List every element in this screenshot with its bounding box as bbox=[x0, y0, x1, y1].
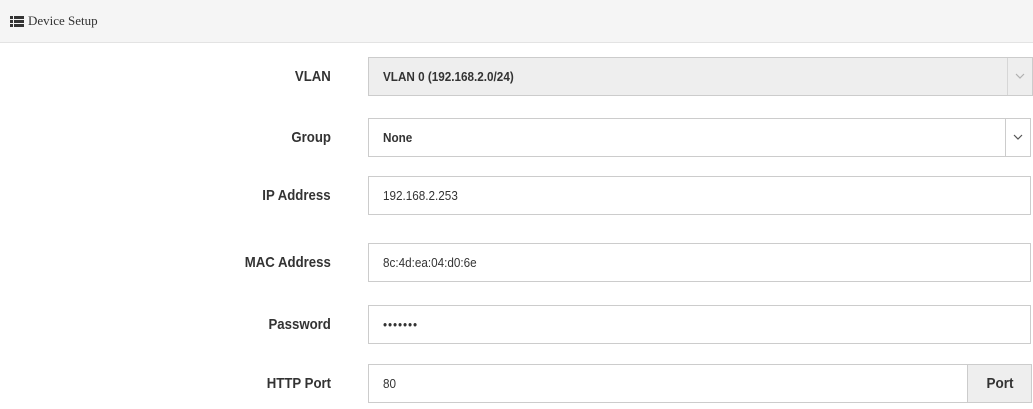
mac-address-value: 8c:4d:ea:04:d0:6e bbox=[383, 255, 477, 270]
password-input[interactable]: ••••••• bbox=[368, 305, 1031, 344]
group-select[interactable]: None bbox=[368, 118, 1031, 157]
vlan-select[interactable]: VLAN 0 (192.168.2.0/24) bbox=[368, 57, 1033, 96]
chevron-down-icon bbox=[1007, 58, 1032, 95]
panel-title: Device Setup bbox=[28, 13, 98, 28]
ip-address-label: IP Address bbox=[262, 187, 331, 204]
ip-address-input[interactable]: 192.168.2.253 bbox=[368, 176, 1031, 215]
group-row: Group None bbox=[0, 118, 1033, 157]
vlan-row: VLAN VLAN 0 (192.168.2.0/24) bbox=[0, 57, 1033, 96]
group-select-value: None bbox=[383, 130, 413, 145]
http-port-value: 80 bbox=[383, 376, 397, 391]
http-port-input[interactable]: 80 Port bbox=[368, 364, 1032, 403]
mac-address-row: MAC Address 8c:4d:ea:04:d0:6e bbox=[0, 243, 1033, 282]
password-value: ••••••• bbox=[383, 317, 418, 332]
group-label: Group bbox=[291, 129, 331, 146]
port-addon-label: Port bbox=[986, 375, 1013, 392]
password-label: Password bbox=[268, 316, 331, 333]
chevron-down-icon bbox=[1005, 119, 1030, 156]
panel-header: Device Setup bbox=[0, 0, 1033, 43]
password-row: Password ••••••• bbox=[0, 305, 1033, 344]
vlan-select-value: VLAN 0 (192.168.2.0/24) bbox=[383, 69, 514, 84]
device-setup-panel: Device Setup VLAN VLAN 0 (192.168.2.0/24… bbox=[0, 0, 1033, 409]
ip-address-row: IP Address 192.168.2.253 bbox=[0, 176, 1033, 215]
vlan-label: VLAN bbox=[295, 68, 331, 85]
mac-address-input[interactable]: 8c:4d:ea:04:d0:6e bbox=[368, 243, 1031, 282]
list-icon bbox=[10, 15, 24, 27]
http-port-row: HTTP Port 80 Port bbox=[0, 364, 1033, 403]
mac-address-label: MAC Address bbox=[244, 254, 331, 271]
http-port-label: HTTP Port bbox=[266, 375, 331, 392]
ip-address-value: 192.168.2.253 bbox=[383, 188, 458, 203]
port-addon: Port bbox=[967, 365, 1031, 402]
